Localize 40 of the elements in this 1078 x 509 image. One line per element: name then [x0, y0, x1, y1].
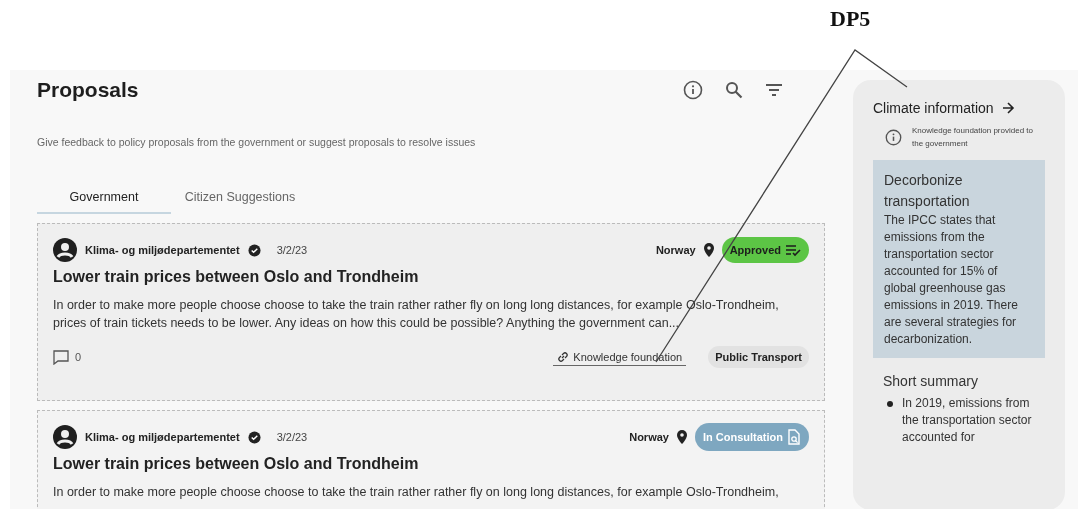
- avatar-icon: [53, 425, 77, 449]
- search-icon[interactable]: [725, 81, 743, 99]
- summary-item: In 2019, emissions from the transportation sector accounted for: [902, 395, 1033, 446]
- arrow-right-icon[interactable]: [1001, 102, 1015, 114]
- location-label: Norway: [629, 431, 669, 443]
- page-subtitle: Give feedback to policy proposals from the government or suggest proposals to resolve issues: [37, 136, 477, 148]
- list-check-icon: [785, 243, 801, 257]
- proposal-card[interactable]: [37, 223, 825, 401]
- info-icon: [885, 128, 902, 146]
- post-date: 3/2/23: [276, 431, 308, 443]
- location-pin-icon: [703, 243, 714, 257]
- avatar-icon: [53, 238, 77, 262]
- author-name[interactable]: Klima- og miljødepartementet: [85, 244, 240, 256]
- highlight-title: Decorbonize transportation: [884, 171, 971, 211]
- location-pin-icon: [676, 430, 687, 444]
- annotation-label: DP5: [830, 6, 871, 32]
- comment-count: 0: [75, 351, 82, 363]
- comment-icon[interactable]: [53, 349, 69, 365]
- highlight-text: The IPCC states that emissions from the transportation sector accounted for 15% of global greenhouse gas emissions in 2019. There are several strategies for decarbonization.: [884, 212, 1019, 348]
- post-date: 3/2/23: [276, 244, 308, 256]
- proposal-card[interactable]: [37, 410, 825, 509]
- category-tag[interactable]: Public Transport: [708, 346, 809, 368]
- info-icon[interactable]: [683, 80, 703, 100]
- author-name[interactable]: Klima- og miljødepartementet: [85, 431, 240, 443]
- panel-title[interactable]: Climate information: [873, 100, 994, 116]
- status-badge: Approved: [721, 237, 809, 263]
- panel-note: Knowledge foundation provided to the government: [912, 125, 1034, 150]
- page-title: Proposals: [37, 78, 139, 102]
- summary-title: Short summary: [883, 373, 979, 389]
- document-search-icon: [787, 429, 801, 445]
- tab[interactable]: Citizen Suggestions: [171, 184, 309, 214]
- proposal-title[interactable]: Lower train prices between Oslo and Trondheim: [53, 268, 809, 286]
- bullet-icon: [887, 401, 893, 407]
- location-label: Norway: [655, 244, 696, 256]
- proposal-description: In order to make more people choose choose to take the train rather rather fly on long long distances, for example Oslo-Trondheim,: [53, 484, 780, 501]
- proposal-title[interactable]: Lower train prices between Oslo and Trondheim: [53, 455, 809, 473]
- status-badge: In Consultation: [694, 423, 809, 451]
- tab[interactable]: Government: [37, 184, 171, 214]
- link-icon: [557, 350, 570, 363]
- filter-icon[interactable]: [765, 83, 783, 97]
